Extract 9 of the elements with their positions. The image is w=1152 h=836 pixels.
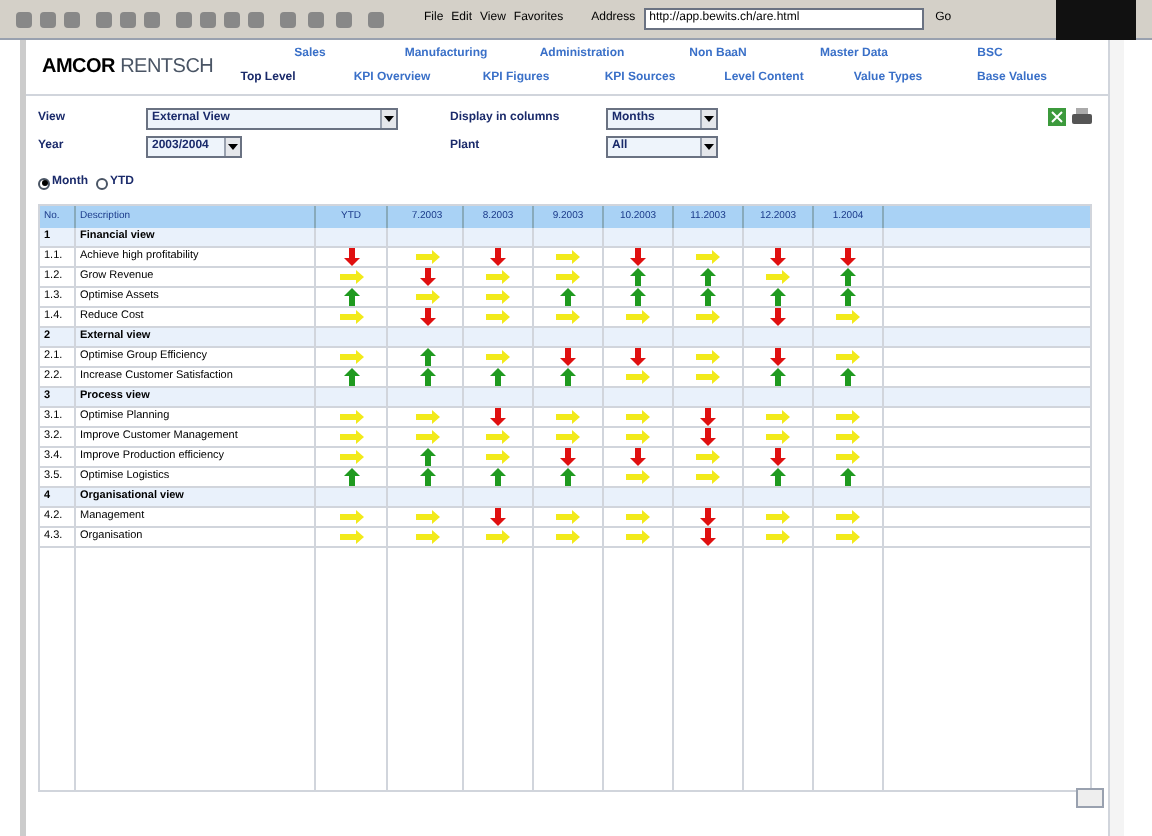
printer-icon[interactable] bbox=[1072, 108, 1092, 126]
caret-icon bbox=[228, 144, 238, 150]
radio-button[interactable] bbox=[38, 177, 50, 189]
caret-icon bbox=[704, 144, 714, 150]
caret-icon bbox=[384, 116, 394, 122]
caret-icon bbox=[704, 116, 714, 122]
spreadsheet-icon[interactable] bbox=[1048, 108, 1066, 126]
radio-button[interactable] bbox=[96, 177, 108, 189]
logo: AMCOR RENTSCH bbox=[40, 54, 216, 82]
